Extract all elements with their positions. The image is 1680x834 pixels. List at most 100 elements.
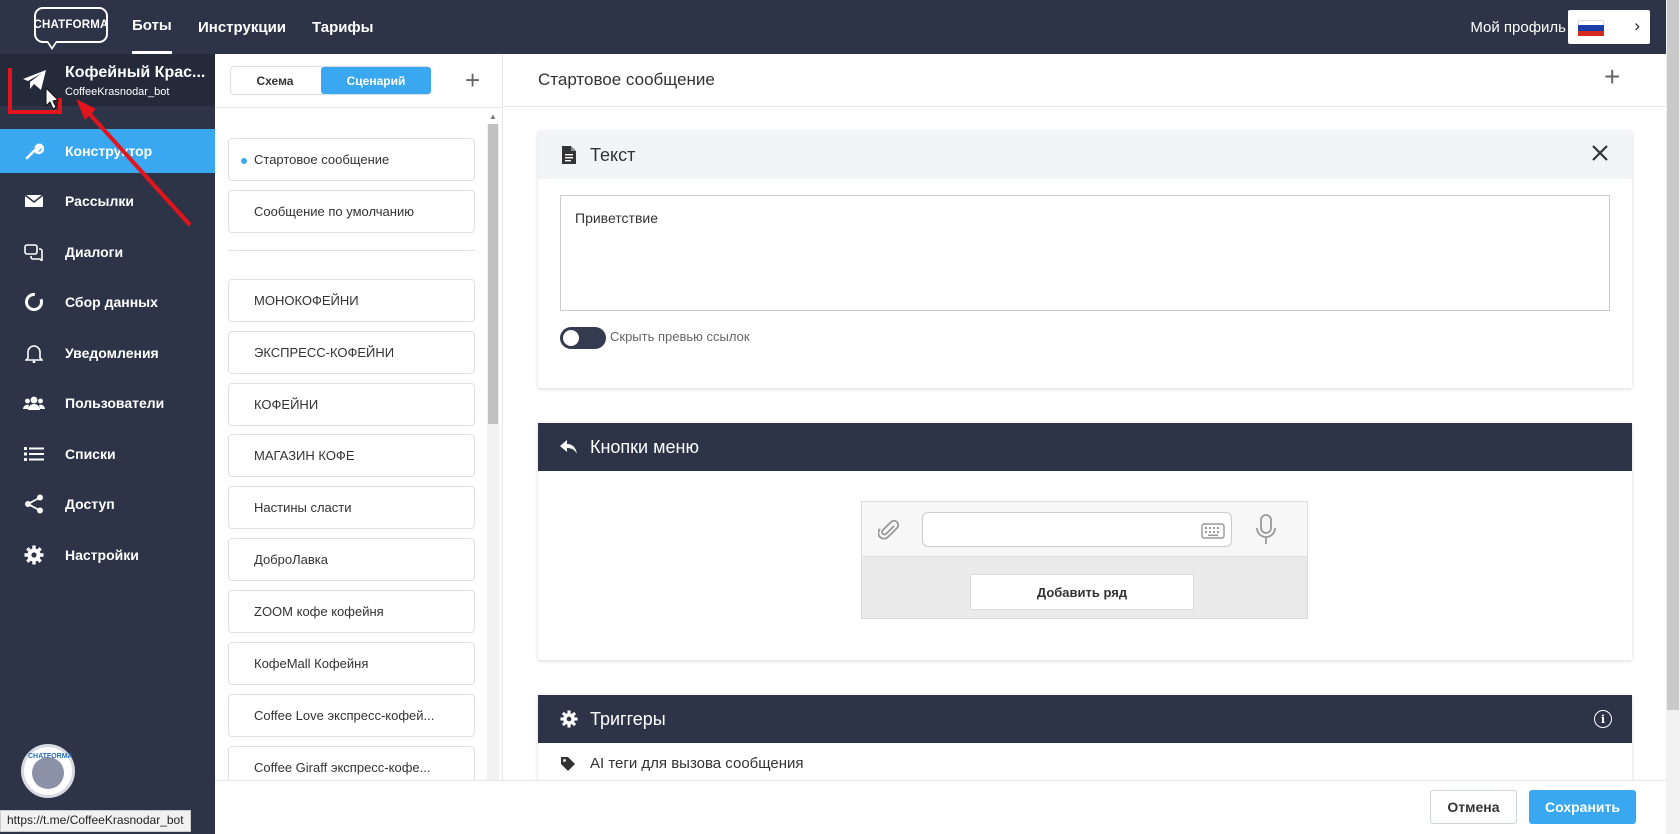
chevron-right-icon: › [1634,16,1640,35]
nav-bots[interactable]: Боты [132,0,172,54]
card-title: Триггеры [590,708,666,729]
menu-card-header: Кнопки меню [538,423,1632,471]
tab-schema[interactable]: Схема [231,67,319,94]
scenario-item-label: КофеMall Кофейня [254,656,369,671]
scenario-item-default[interactable]: Сообщение по умолчанию [228,190,475,233]
users-icon [23,392,45,414]
sidebar-item-settings[interactable]: Настройки [0,533,215,577]
main-header: Стартовое сообщение + [504,54,1666,107]
triggers-card-header: Триггеры i [538,695,1632,743]
scenario-item-label: Стартовое сообщение [254,152,390,167]
info-icon[interactable]: i [1594,710,1612,728]
ai-tags-label: AI теги для вызова сообщения [590,755,804,772]
scenario-item-start[interactable]: Стартовое сообщение [228,138,475,181]
microphone-icon [1256,514,1276,544]
scenario-item-label: Coffee Love экспресс-кофей... [254,708,435,723]
add-block-button[interactable]: + [1604,61,1620,93]
sidebar-item-label: Списки [65,446,116,462]
nav-tariffs[interactable]: Тарифы [312,0,373,54]
gear-icon [560,710,578,728]
hide-link-preview-toggle[interactable] [560,327,606,349]
text-card-header: Текст [538,131,1632,179]
toggle-knob [563,330,579,346]
hand-cursor-icon [45,86,60,110]
scenario-item-label: ЭКСПРЕСС-КОФЕЙНИ [254,345,395,360]
nav-instructions-label: Инструкции [198,18,287,36]
scenario-item-label: ZOOM кофе кофейня [254,604,384,619]
view-toggle: Схема Сценарий [230,66,431,95]
keyboard-input-bar [862,502,1307,557]
add-row-button[interactable]: Добавить ряд [970,574,1194,610]
keyboard-preview: Добавить ряд [861,501,1308,619]
menu-buttons-card: Кнопки меню Добавить ряд [538,423,1632,660]
sidebar-item-lists[interactable]: Списки [0,432,215,476]
list-item[interactable]: КОФЕЙНИ [228,383,475,426]
russian-flag-icon [1578,20,1604,36]
share-icon [23,493,45,515]
scenario-column: Схема Сценарий + ▲ Стартовое сообщение С… [215,54,503,834]
add-message-button[interactable]: + [465,65,480,96]
scenario-item-label: Настины сласти [254,500,352,515]
list-item[interactable]: ДоброЛавка [228,538,475,581]
language-selector[interactable]: › [1568,10,1650,44]
scenario-item-label: МАГАЗИН КОФЕ [254,448,355,463]
owl-mascot-icon [32,757,64,789]
scroll-up-arrow-icon[interactable]: ▲ [489,112,497,121]
support-avatar[interactable]: CHATFORMA [21,744,75,798]
list-item[interactable]: ЭКСПРЕСС-КОФЕЙНИ [228,331,475,374]
ai-tags-row[interactable]: AI теги для вызова сообщения [560,755,804,772]
list-item[interactable]: МАГАЗИН КОФЕ [228,434,475,477]
sidebar-item-label: Пользователи [65,395,165,411]
scenario-scroll-thumb[interactable] [488,124,498,424]
text-card: Текст Приветствие Скрыть превью ссылок [538,131,1632,388]
bell-icon [23,342,45,364]
avatar-label: CHATFORMA [28,753,73,760]
list-item[interactable]: Настины сласти [228,486,475,529]
sidebar-item-dialogs[interactable]: Диалоги [0,230,215,274]
status-url: https://t.me/CoffeeKrasnodar_bot [0,810,191,832]
nav-instructions[interactable]: Инструкции [198,0,286,54]
sidebar-item-label: Настройки [65,547,139,563]
page-scroll-thumb[interactable] [1667,0,1679,710]
nav-bots-label: Боты [132,17,172,34]
reply-icon [560,438,578,456]
list-icon [23,443,45,465]
cancel-button[interactable]: Отмена [1430,790,1517,824]
pie-chart-icon [23,291,45,313]
toggle-label: Скрыть превью ссылок [610,329,750,344]
list-item[interactable]: МОНОКОФЕЙНИ [228,279,475,322]
nav-tariffs-label: Тарифы [312,18,374,36]
document-icon [560,146,578,164]
message-input-preview [922,512,1232,547]
divider [228,250,475,251]
my-profile-link[interactable]: Мой профиль [1470,0,1566,54]
sidebar-item-label: Сбор данных [65,294,158,310]
list-item[interactable]: Coffee Love экспресс-кофей... [228,694,475,737]
scenario-item-label: Сообщение по умолчанию [254,204,414,219]
annotation-overlay [8,68,192,227]
logo-text: CHATFORMA [33,19,109,31]
tag-icon [561,756,575,771]
list-item[interactable]: КофеMall Кофейня [228,642,475,685]
message-text-field[interactable]: Приветствие [560,195,1610,311]
divider [215,107,503,108]
annotation-arrow [84,108,192,227]
scenario-item-label: Coffee Giraff экспресс-кофе... [254,760,431,775]
sidebar-item-notifications[interactable]: Уведомления [0,331,215,375]
gear-icon [23,544,45,566]
card-title: Кнопки меню [590,436,699,457]
top-bar: CHATFORMA Боты Инструкции Тарифы Мой про… [0,0,1666,54]
save-button[interactable]: Сохранить [1529,790,1636,824]
list-item[interactable]: ZOOM кофе кофейня [228,590,475,633]
profile-label: Мой профиль [1470,18,1566,36]
sidebar-item-users[interactable]: Пользователи [0,381,215,425]
logo-tail-inner [48,41,56,47]
sidebar-item-access[interactable]: Доступ [0,482,215,526]
sidebar-item-label: Уведомления [65,345,159,361]
tab-scenario[interactable]: Сценарий [321,67,431,94]
chatforma-logo[interactable]: CHATFORMA [33,7,109,43]
sidebar-item-data-collection[interactable]: Сбор данных [0,280,215,324]
sidebar-item-label: Доступ [65,496,115,512]
close-icon[interactable] [1590,143,1610,163]
sidebar-item-label: Диалоги [65,244,124,260]
